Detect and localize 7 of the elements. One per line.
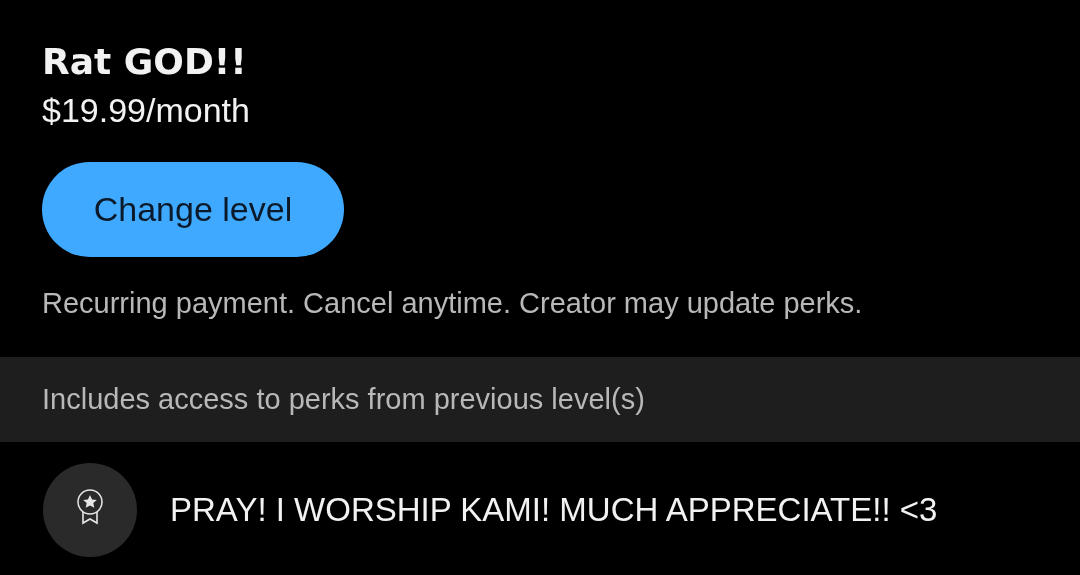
change-level-button[interactable]: Change level xyxy=(42,162,344,257)
tier-title: Rat GOD!! xyxy=(42,40,248,84)
payment-note: Recurring payment. Cancel anytime. Creator may update perks. xyxy=(42,286,864,321)
tier-price: $19.99/month xyxy=(42,90,251,131)
perk-text: PRAY! I WORSHIP KAMI! MUCH APPRECIATE!! <3 xyxy=(170,491,938,529)
includes-banner: Includes access to perks from previous level(s) xyxy=(0,357,1080,442)
award-ribbon-icon xyxy=(42,462,138,558)
